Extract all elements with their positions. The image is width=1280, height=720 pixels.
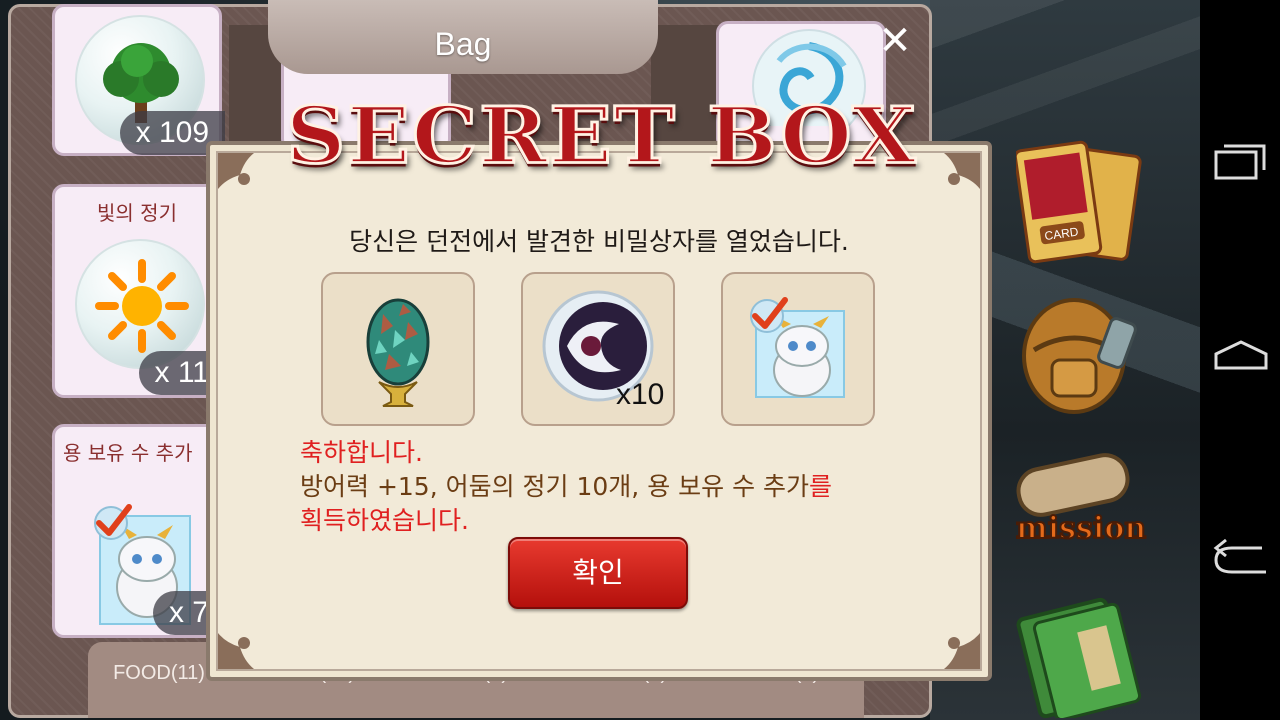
reward-slot [721,272,875,426]
item-name: 용 보유 수 추가 [63,441,193,465]
corner-ornament-icon [944,633,980,669]
close-button[interactable]: ✕ [872,18,918,64]
checkmark-icon [94,504,132,540]
back-icon[interactable] [1212,538,1270,578]
item-name: 빛의 정기 [97,201,177,225]
home-icon[interactable] [1212,338,1270,374]
crystal-egg-icon [366,298,430,407]
reward-summary-items: 방어력 +15, 어둠의 정기 10개, 용 보유 수 추가 [300,472,810,501]
mission-label: mission [1016,511,1146,546]
checkmark-icon [750,297,788,333]
reward-slot [321,272,475,426]
recent-apps-icon[interactable] [1212,140,1270,180]
reward-summary-line2: 획득하였습니다. [300,506,469,535]
sun-orb-icon [75,239,205,369]
system-nav-bar [1200,0,1280,720]
congrats-text: 축하합니다. [300,438,423,467]
book-of-dragons-icon[interactable] [1014,588,1144,718]
dialog-title: SECRET BOX [285,89,918,183]
corner-ornament-icon [218,633,254,669]
card-deck-icon[interactable]: CARD [1016,138,1146,268]
dialog-message: 당신은 던전에서 발견한 비밀상자를 열었습니다. [349,227,849,256]
bag-title: Bag [434,26,492,62]
reward-quantity: x10 [616,378,665,411]
reward-summary-suffix: 를 [809,472,833,501]
confirm-button[interactable]: 확인 [508,537,688,609]
backpack-icon[interactable] [1012,290,1142,420]
mission-scroll-icon[interactable]: mission [1006,448,1154,552]
reward-summary: 방어력 +15, 어둠의 정기 10개, 용 보유 수 추가를 [300,470,980,504]
game-screen: Bag ✕ x 109 빛의 정기 x 11 용 보유 수 추가 x 7 FOO… [0,0,1280,720]
bag-slot[interactable]: x 109 [52,4,225,156]
bag-slot[interactable]: 용 보유 수 추가 x 7 [52,424,225,638]
bag-slot[interactable]: 빛의 정기 x 11 [52,184,225,398]
